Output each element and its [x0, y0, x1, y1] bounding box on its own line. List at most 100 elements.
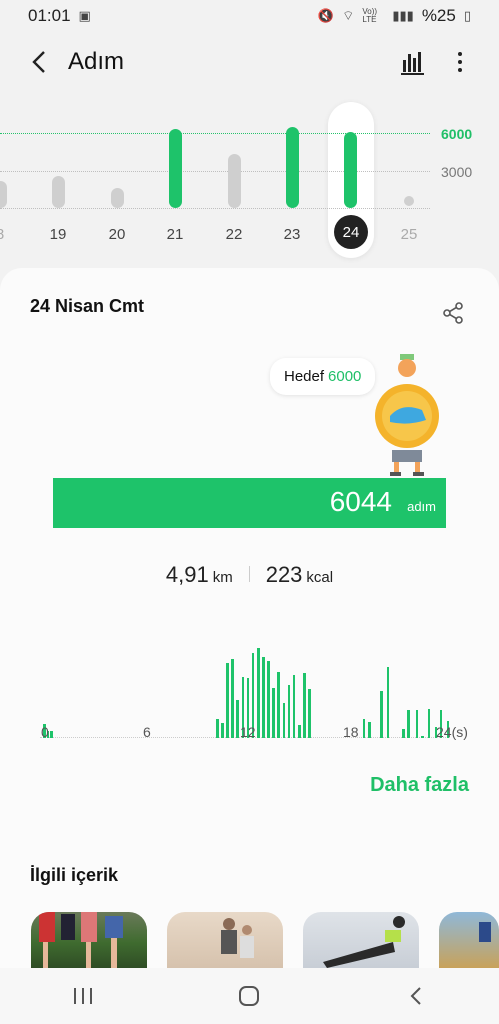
grid-baseline	[0, 208, 430, 209]
back-arrow-icon	[32, 51, 45, 73]
metrics-row: 4,91 km 223 kcal	[0, 562, 499, 588]
recents-icon	[74, 988, 93, 1004]
nav-back-icon	[410, 987, 421, 1005]
day-label-22[interactable]: 22	[219, 226, 249, 243]
calories-unit: kcal	[306, 569, 334, 586]
fitness-image	[323, 916, 405, 968]
day-label-21[interactable]: 21	[160, 226, 190, 243]
day-label-24[interactable]: 24	[334, 215, 368, 249]
status-bar: 01:01 ▣ 🔇 ⌔ Vo)) LTE ▮▮▮ %25 ▯	[0, 0, 499, 32]
related-thumbnail[interactable]	[439, 912, 499, 968]
volte-icon: Vo)) LTE	[362, 7, 378, 24]
day-label-8[interactable]: 8	[0, 226, 15, 243]
hour-bar	[236, 700, 240, 738]
app-bar: Adım	[0, 36, 499, 92]
hour-bar	[427, 708, 431, 738]
share-icon	[443, 302, 463, 324]
day-bar-23[interactable]	[285, 126, 299, 208]
hour-bar	[277, 671, 281, 738]
mascot-illustration	[375, 354, 439, 476]
day-bar-19[interactable]	[51, 175, 65, 208]
hour-bar	[362, 719, 366, 738]
wifi-icon: ⌔	[342, 8, 355, 23]
goal-label: Hedef	[284, 368, 325, 385]
steps-unit: adım	[407, 499, 436, 514]
battery-icon: ▯	[463, 8, 471, 23]
more-options-button[interactable]	[448, 46, 472, 78]
hour-bar	[386, 666, 390, 738]
hour-bar	[402, 729, 405, 738]
goal-bubble: Hedef 6000	[270, 358, 376, 395]
bar-chart-icon	[401, 52, 424, 75]
runners-image	[39, 912, 123, 968]
signal-icon: ▮▮▮	[392, 8, 414, 23]
outdoor-image	[479, 922, 491, 942]
grid-line-3000	[0, 171, 430, 172]
selected-date-title: 24 Nisan Cmt	[30, 296, 145, 316]
hour-bar	[368, 721, 371, 738]
status-time: 01:01	[28, 6, 71, 25]
hour-label-6: 6	[143, 724, 151, 740]
hour-bar	[420, 736, 424, 738]
metric-divider	[248, 566, 250, 582]
day-bar-24[interactable]	[343, 132, 357, 208]
related-thumbnail[interactable]	[303, 912, 419, 968]
hour-label-18: 18	[343, 724, 359, 740]
joggers-image	[221, 918, 254, 958]
hour-bar	[282, 702, 286, 738]
goal-line	[0, 133, 430, 134]
hour-bar	[415, 710, 419, 738]
hour-bar	[221, 722, 224, 738]
hour-bar	[256, 647, 260, 738]
hour-bar	[262, 657, 265, 738]
back-button[interactable]	[22, 44, 58, 80]
related-thumbnail[interactable]	[31, 912, 147, 968]
grid-label-3000: 3000	[441, 164, 473, 180]
home-icon	[239, 986, 260, 1006]
hour-bar	[379, 690, 383, 738]
page-title: Adım	[68, 48, 125, 75]
day-label-19[interactable]: 19	[43, 226, 73, 243]
day-summary-card: 24 Nisan Cmt Hedef 6000 6044 adım 4,91 km	[0, 268, 499, 968]
day-bar-8[interactable]	[0, 180, 7, 208]
day-bar-20[interactable]	[110, 188, 124, 208]
recents-button[interactable]	[53, 976, 113, 1016]
hour-bar	[303, 673, 306, 738]
hour-bar	[297, 724, 301, 738]
hourly-steps-chart	[40, 618, 460, 738]
share-button[interactable]	[440, 300, 466, 326]
hour-bar	[308, 688, 311, 738]
battery-percent: %25	[421, 6, 456, 25]
day-label-25[interactable]: 25	[394, 226, 424, 243]
more-vertical-icon	[458, 52, 462, 56]
gallery-notification-icon: ▣	[78, 8, 91, 23]
distance-value: 4,91	[165, 562, 209, 587]
hour-bar	[272, 687, 275, 738]
grid-label-6000: 6000	[441, 126, 473, 142]
related-content-title: İlgili içerik	[30, 865, 119, 885]
hour-bar	[292, 675, 296, 738]
day-label-23[interactable]: 23	[277, 226, 307, 243]
steps-progress-bar: 6044 adım	[53, 478, 446, 528]
more-link[interactable]: Daha fazla	[370, 774, 469, 797]
hour-label-12: 12	[240, 724, 256, 740]
system-nav-bar	[0, 968, 499, 1024]
calories-value: 223	[265, 562, 303, 587]
trends-button[interactable]	[398, 48, 428, 78]
home-button[interactable]	[219, 976, 279, 1016]
daily-steps-chart: 6000 3000 8 19 20 21 22 23 24 25	[0, 98, 499, 268]
day-label-20[interactable]: 20	[102, 226, 132, 243]
related-thumbnail[interactable]	[167, 912, 283, 968]
hour-bar	[50, 731, 53, 738]
nav-back-button[interactable]	[386, 976, 446, 1016]
day-bar-25[interactable]	[404, 196, 414, 206]
day-bar-21[interactable]	[168, 129, 182, 208]
hour-bar	[407, 709, 410, 738]
hour-label-24: 24(s)	[436, 724, 468, 740]
hour-bar	[231, 659, 234, 738]
hour-bar	[267, 661, 270, 738]
mute-icon: 🔇	[317, 8, 335, 23]
hour-bar	[215, 719, 219, 738]
day-bar-22[interactable]	[227, 154, 241, 208]
hour-bar	[287, 684, 291, 738]
